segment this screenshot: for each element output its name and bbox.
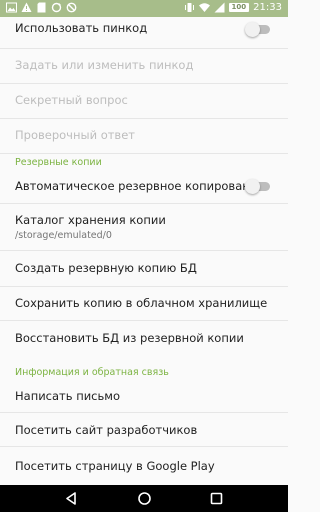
setting-developer-site[interactable]: Посетить сайт разработчиков bbox=[0, 413, 288, 447]
switch-knob bbox=[245, 22, 260, 37]
setting-title: Восстановить БД из резервной копии bbox=[15, 331, 244, 345]
signal-icon bbox=[214, 2, 225, 13]
setting-title: Посетить страницу в Google Play bbox=[15, 459, 215, 473]
setting-title: Каталог хранения копии bbox=[15, 213, 166, 227]
section-header-info: Информация и обратная связь bbox=[15, 367, 169, 378]
setting-title: Посетить сайт разработчиков bbox=[15, 423, 198, 437]
setting-use-pin[interactable]: Использовать пинкод bbox=[0, 17, 288, 49]
setting-title: Написать письмо bbox=[15, 389, 120, 403]
setting-title: Проверочный ответ bbox=[15, 128, 135, 142]
warning-icon bbox=[21, 2, 32, 13]
setting-summary: /storage/emulated/0 bbox=[15, 230, 112, 241]
setting-google-play[interactable]: Посетить страницу в Google Play bbox=[0, 447, 288, 485]
status-bar: 100 21:33 bbox=[0, 0, 288, 17]
sync-icon bbox=[51, 2, 62, 13]
home-icon[interactable] bbox=[137, 491, 152, 506]
status-time: 21:33 bbox=[253, 2, 282, 13]
setting-cloud-backup[interactable]: Сохранить копию в облачном хранилище bbox=[0, 287, 288, 321]
setting-auto-backup[interactable]: Автоматическое резервное копирование bbox=[0, 169, 288, 204]
settings-list: Использовать пинкод Задать или изменить … bbox=[0, 17, 288, 485]
setting-check-answer: Проверочный ответ bbox=[0, 119, 288, 154]
setting-title: Использовать пинкод bbox=[15, 21, 148, 35]
back-icon[interactable] bbox=[64, 491, 79, 506]
navigation-bar bbox=[0, 485, 288, 512]
image-icon bbox=[6, 2, 17, 13]
setting-title: Создать резервную копию БД bbox=[15, 261, 197, 275]
vibrate-icon bbox=[184, 2, 195, 13]
ban-icon bbox=[66, 2, 77, 13]
setting-title: Автоматическое резервное копирование bbox=[15, 179, 265, 193]
setting-title: Задать или изменить пинкод bbox=[15, 58, 194, 72]
sd-card-icon bbox=[36, 2, 47, 13]
wifi-icon bbox=[198, 2, 210, 13]
setting-create-backup[interactable]: Создать резервную копию БД bbox=[0, 251, 288, 287]
setting-set-pin: Задать или изменить пинкод bbox=[0, 49, 288, 84]
battery-icon: 100 bbox=[228, 3, 250, 12]
setting-title: Сохранить копию в облачном хранилище bbox=[15, 296, 268, 310]
setting-backup-directory[interactable]: Каталог хранения копии /storage/emulated… bbox=[0, 204, 288, 251]
setting-restore-backup[interactable]: Восстановить БД из резервной копии bbox=[0, 321, 288, 357]
setting-secret-question: Секретный вопрос bbox=[0, 84, 288, 119]
auto-backup-switch[interactable] bbox=[245, 179, 270, 194]
section-header-backup: Резервные копии bbox=[15, 157, 102, 168]
recents-icon[interactable] bbox=[209, 491, 224, 506]
switch-knob bbox=[245, 179, 260, 194]
use-pin-switch[interactable] bbox=[245, 22, 270, 37]
setting-title: Секретный вопрос bbox=[15, 93, 128, 107]
setting-write-email[interactable]: Написать письмо bbox=[0, 379, 288, 413]
